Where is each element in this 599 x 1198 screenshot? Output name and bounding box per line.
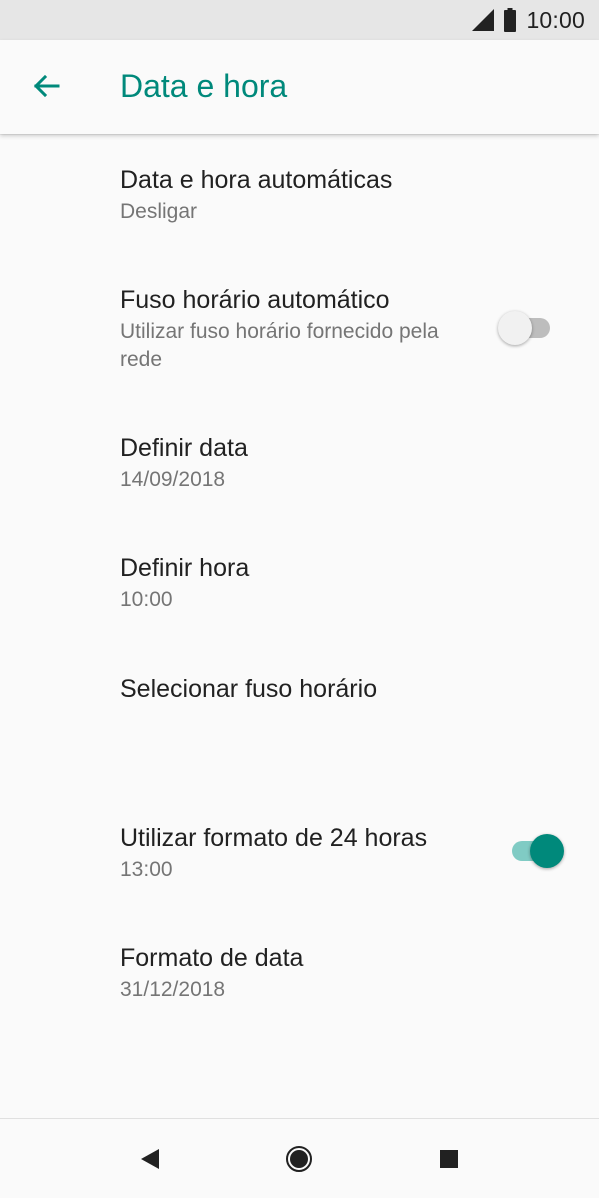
switch-thumb	[530, 834, 564, 868]
setting-select-timezone[interactable]: Selecionar fuso horário	[0, 642, 599, 792]
nav-back-button[interactable]	[136, 1145, 164, 1173]
setting-title: Fuso horário automático	[120, 286, 390, 314]
setting-title: Data e hora automáticas	[120, 166, 393, 194]
nav-recents-button[interactable]	[435, 1145, 463, 1173]
page-title: Data e hora	[120, 68, 288, 104]
setting-summary: 10:00	[120, 588, 173, 611]
setting-title: Formato de data	[120, 944, 304, 972]
square-recents-icon	[440, 1150, 458, 1168]
battery-icon	[504, 8, 517, 32]
setting-set-date[interactable]: Definir data 14/09/2018	[0, 402, 599, 522]
system-nav-bar	[0, 1118, 599, 1198]
arrow-left-icon	[33, 74, 60, 98]
setting-summary: Utilizar fuso horário fornecido pela red…	[120, 320, 439, 371]
triangle-back-icon	[141, 1149, 159, 1169]
setting-use-24h[interactable]: Utilizar formato de 24 horas 13:00	[0, 792, 599, 912]
setting-date-format[interactable]: Formato de data 31/12/2018	[0, 912, 599, 1032]
circle-home-icon	[286, 1146, 312, 1172]
setting-title: Definir hora	[120, 554, 250, 582]
use-24h-switch[interactable]	[506, 832, 566, 872]
setting-auto-datetime[interactable]: Data e hora automáticas Desligar	[0, 134, 599, 254]
nav-home-button[interactable]	[285, 1145, 313, 1173]
back-button[interactable]	[26, 66, 66, 106]
setting-summary: 13:00	[120, 858, 173, 881]
cellular-signal-icon	[472, 9, 495, 31]
setting-title: Utilizar formato de 24 horas	[120, 824, 428, 852]
app-bar: Data e hora	[0, 40, 599, 134]
setting-summary: 14/09/2018	[120, 468, 226, 491]
status-clock: 10:00	[526, 6, 585, 33]
setting-title: Definir data	[120, 434, 248, 462]
setting-summary: Desligar	[120, 200, 198, 223]
switch-thumb	[498, 311, 532, 345]
setting-title: Selecionar fuso horário	[120, 675, 378, 703]
status-bar: 10:00	[0, 0, 599, 40]
setting-set-time[interactable]: Definir hora 10:00	[0, 522, 599, 642]
setting-summary: 31/12/2018	[120, 978, 226, 1001]
setting-auto-timezone[interactable]: Fuso horário automático Utilizar fuso ho…	[0, 254, 599, 402]
auto-timezone-switch[interactable]	[498, 309, 558, 349]
